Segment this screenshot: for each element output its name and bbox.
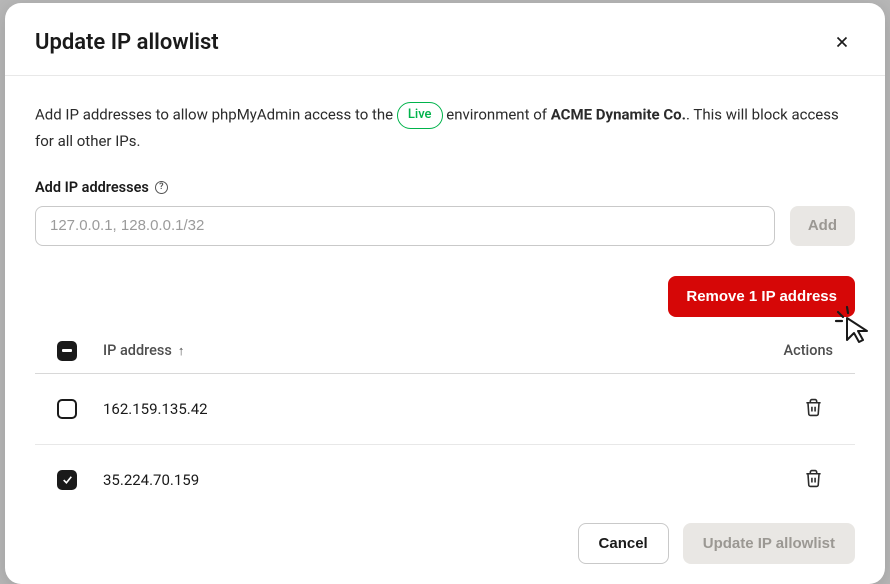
delete-row-button[interactable] — [800, 465, 827, 495]
modal-title: Update IP allowlist — [35, 30, 219, 55]
ip-input[interactable] — [35, 206, 775, 246]
row-checkbox[interactable] — [57, 399, 77, 419]
desc-prefix: Add IP addresses to allow phpMyAdmin acc… — [35, 105, 397, 123]
add-ip-label-text: Add IP addresses — [35, 179, 149, 196]
close-icon — [833, 33, 851, 51]
row-ip-address: 162.159.135.42 — [103, 400, 800, 418]
table-row: 35.224.70.159 — [35, 445, 855, 505]
select-all-checkbox[interactable] — [57, 341, 77, 361]
desc-mid: environment of — [446, 105, 550, 123]
remove-ip-button[interactable]: Remove 1 IP address — [668, 276, 855, 317]
modal-footer: Cancel Update IP allowlist — [5, 505, 885, 584]
table-row: 162.159.135.42 — [35, 374, 855, 445]
column-header-ip[interactable]: IP address ↑ — [103, 342, 784, 359]
delete-row-button[interactable] — [800, 394, 827, 424]
add-ip-row: Add — [35, 206, 855, 246]
remove-row: Remove 1 IP address — [35, 276, 855, 317]
trash-icon — [804, 398, 823, 417]
trash-icon — [804, 469, 823, 488]
org-name: ACME Dynamite Co. — [551, 105, 686, 123]
table-header: IP address ↑ Actions — [35, 329, 855, 374]
row-ip-address: 35.224.70.159 — [103, 471, 800, 489]
ip-allowlist-modal: Update IP allowlist Add IP addresses to … — [5, 3, 885, 584]
environment-badge: Live — [397, 102, 443, 129]
column-header-ip-text: IP address — [103, 342, 172, 359]
help-icon[interactable]: ? — [155, 181, 168, 194]
modal-header: Update IP allowlist — [5, 3, 885, 76]
column-header-actions: Actions — [784, 342, 833, 359]
add-button[interactable]: Add — [790, 206, 855, 246]
sort-asc-icon: ↑ — [178, 343, 185, 359]
add-ip-label: Add IP addresses ? — [35, 179, 855, 196]
row-checkbox[interactable] — [57, 470, 77, 490]
cancel-button[interactable]: Cancel — [578, 523, 669, 564]
modal-description: Add IP addresses to allow phpMyAdmin acc… — [35, 102, 855, 153]
close-button[interactable] — [829, 29, 855, 55]
update-button[interactable]: Update IP allowlist — [683, 523, 855, 564]
modal-body: Add IP addresses to allow phpMyAdmin acc… — [5, 76, 885, 505]
